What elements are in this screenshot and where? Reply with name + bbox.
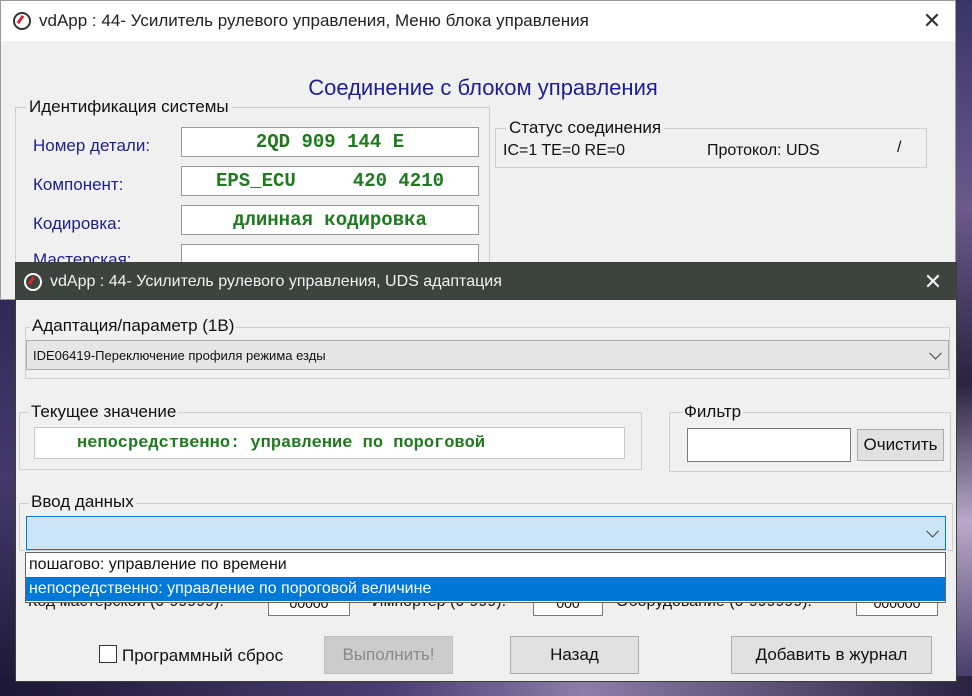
- uds-adaptation-dialog: vdApp : 44- Усилитель рулевого управлени…: [15, 262, 957, 682]
- current-value-field: непосредственно: управление по пороговой: [34, 427, 625, 459]
- dialog-title: vdApp : 44- Усилитель рулевого управлени…: [50, 272, 502, 290]
- execute-button[interactable]: Выполнить!: [324, 636, 453, 674]
- data-entry-options: пошагово: управление по времени непосред…: [25, 552, 946, 603]
- close-icon[interactable]: ✕: [910, 263, 956, 300]
- window-title: vdApp : 44- Усилитель рулевого управлени…: [39, 11, 589, 30]
- control-unit-menu-window: vdApp : 44- Усилитель рулевого управлени…: [0, 0, 956, 307]
- group-legend: Идентификация системы: [26, 97, 232, 117]
- dialog-title-bar[interactable]: vdApp : 44- Усилитель рулевого управлени…: [16, 263, 956, 300]
- coding-label: Кодировка:: [33, 214, 122, 233]
- title-bar[interactable]: vdApp : 44- Усилитель рулевого управлени…: [1, 1, 955, 41]
- add-to-log-button[interactable]: Добавить в журнал: [731, 636, 932, 674]
- reset-checkbox[interactable]: [99, 645, 117, 663]
- group-legend: Статус соединения: [506, 118, 665, 138]
- option-stepwise[interactable]: пошагово: управление по времени: [26, 553, 945, 577]
- component-field: EPS_ECU 420 4210: [181, 166, 479, 196]
- status-counters: IC=1 TE=0 RE=0: [503, 142, 625, 159]
- back-button[interactable]: Назад: [510, 636, 639, 674]
- vdapp-logo-icon: [13, 12, 31, 30]
- chevron-down-icon: [929, 346, 942, 360]
- activity-indicator: /: [897, 139, 902, 156]
- protocol-text: Протокол: UDS: [707, 142, 820, 159]
- reset-label: Программный сброс: [122, 646, 284, 665]
- filter-input[interactable]: [687, 428, 851, 462]
- adaptation-selected-value: IDE06419-Переключение профиля режима езд…: [33, 347, 326, 363]
- desktop-background-right: [956, 0, 972, 696]
- close-icon[interactable]: ✕: [909, 1, 955, 41]
- part-number-field: 2QD 909 144 E: [181, 127, 479, 157]
- option-direct[interactable]: непосредственно: управление по пороговой…: [26, 577, 945, 601]
- current-value-legend: Текущее значение: [29, 402, 179, 422]
- clear-button[interactable]: Очистить: [857, 429, 944, 461]
- chevron-down-icon: [926, 524, 939, 538]
- filter-legend: Фильтр: [682, 402, 744, 422]
- part-number-label: Номер детали:: [33, 136, 151, 155]
- data-entry-select[interactable]: [26, 516, 946, 550]
- coding-field: длинная кодировка: [181, 205, 479, 235]
- data-entry-legend: Ввод данных: [29, 492, 136, 512]
- adaptation-legend: Адаптация/параметр (1В): [30, 316, 237, 336]
- vdapp-logo-icon: [24, 272, 42, 291]
- component-label: Компонент:: [33, 175, 124, 194]
- adaptation-select[interactable]: IDE06419-Переключение профиля режима езд…: [26, 340, 949, 370]
